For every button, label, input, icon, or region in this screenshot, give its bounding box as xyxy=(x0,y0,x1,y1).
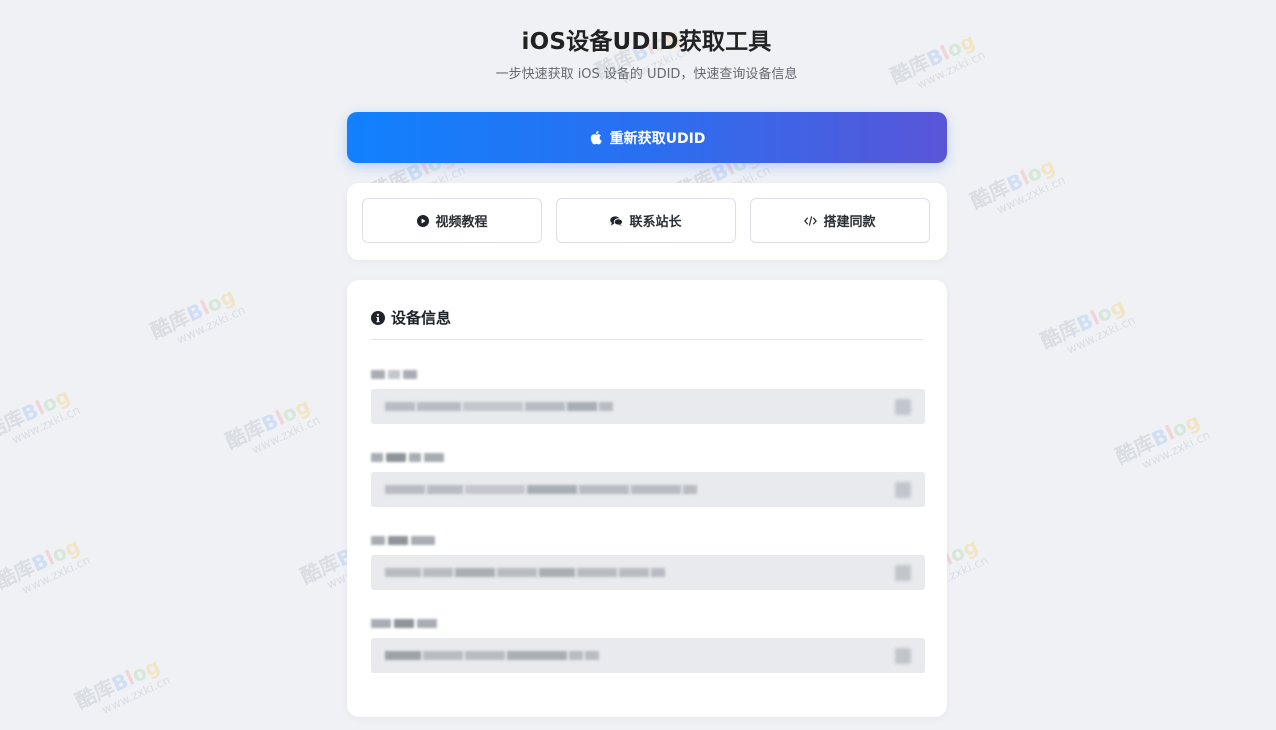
contact-admin-button[interactable]: 联系站长 xyxy=(556,198,736,243)
play-circle-icon xyxy=(416,214,429,227)
watermark-url: www.zxki.cn xyxy=(174,302,248,347)
watermark-url: www.zxki.cn xyxy=(99,672,173,717)
divider xyxy=(371,339,923,340)
watermark-url: www.zxki.cn xyxy=(249,412,323,457)
device-field-value-text xyxy=(385,651,599,660)
watermark-url: www.zxki.cn xyxy=(19,552,93,597)
watermark-brand: 酷库Blog xyxy=(71,653,164,714)
device-field-label xyxy=(371,447,925,467)
device-field-value-text xyxy=(385,568,665,577)
code-icon xyxy=(804,214,818,227)
watermark-brand: 酷库Blog xyxy=(221,393,314,454)
watermark: 酷库Blogwww.zxki.cn xyxy=(145,278,248,355)
copy-icon[interactable] xyxy=(895,648,911,664)
refetch-udid-label: 重新获取UDID xyxy=(609,130,706,147)
info-circle-icon xyxy=(371,310,385,325)
watermark-brand: 酷库Blog xyxy=(1036,293,1129,354)
device-field-label xyxy=(371,613,925,633)
watermark-brand: 酷库Blog xyxy=(146,283,239,344)
device-field-value-text xyxy=(385,402,613,411)
device-field-value[interactable] xyxy=(371,555,925,590)
watermark: 酷库Blogwww.zxki.cn xyxy=(0,378,82,455)
device-info-card: 设备信息 xyxy=(347,280,947,717)
device-field-value-text xyxy=(385,485,697,494)
watermark-brand: 酷库Blog xyxy=(0,383,74,444)
page-subtitle: 一步快速获取 iOS 设备的 UDID，快速查询设备信息 xyxy=(495,67,798,82)
device-field-label xyxy=(371,530,925,550)
device-field-value[interactable] xyxy=(371,638,925,673)
copy-icon[interactable] xyxy=(895,399,911,415)
device-field-value[interactable] xyxy=(371,472,925,507)
device-field xyxy=(371,613,925,673)
video-tutorial-label: 视频教程 xyxy=(435,215,488,230)
watermark-url: www.zxki.cn xyxy=(9,402,83,447)
watermark: 酷库Blogwww.zxki.cn xyxy=(0,528,92,605)
contact-admin-label: 联系站长 xyxy=(629,215,682,230)
build-same-label: 搭建同款 xyxy=(823,215,876,230)
device-field-value[interactable] xyxy=(371,389,925,424)
device-field xyxy=(371,364,925,424)
watermark: 酷库Blogwww.zxki.cn xyxy=(220,388,323,465)
apple-icon xyxy=(590,131,602,145)
watermark: 酷库Blogwww.zxki.cn xyxy=(1035,288,1138,365)
device-field xyxy=(371,530,925,590)
watermark-brand: 酷库Blog xyxy=(0,533,84,594)
watermark-url: www.zxki.cn xyxy=(1064,312,1138,357)
video-tutorial-button[interactable]: 视频教程 xyxy=(362,198,542,243)
watermark-url: www.zxki.cn xyxy=(994,172,1068,217)
device-info-heading: 设备信息 xyxy=(371,307,451,328)
build-same-button[interactable]: 搭建同款 xyxy=(750,198,930,243)
refetch-udid-button[interactable]: 重新获取UDID xyxy=(347,112,947,163)
watermark: 酷库Blogwww.zxki.cn xyxy=(1110,403,1213,480)
page: 酷库Blogwww.zxki.cn酷库Blogwww.zxki.cn酷库Blog… xyxy=(0,0,1276,730)
copy-icon[interactable] xyxy=(895,565,911,581)
copy-icon[interactable] xyxy=(895,482,911,498)
watermark: 酷库Blogwww.zxki.cn xyxy=(70,648,173,725)
watermark-brand: 酷库Blog xyxy=(966,153,1059,214)
device-field-label xyxy=(371,364,925,384)
watermark-url: www.zxki.cn xyxy=(1139,427,1213,472)
page-title: iOS设备UDID获取工具 xyxy=(521,29,772,55)
watermark: 酷库Blogwww.zxki.cn xyxy=(965,148,1068,225)
watermark-brand: 酷库Blog xyxy=(1111,408,1204,469)
device-info-title: 设备信息 xyxy=(391,309,452,327)
actions-card: 视频教程 联系站长 搭建同款 xyxy=(347,183,947,260)
device-field xyxy=(371,447,925,507)
chat-bubbles-icon xyxy=(610,214,624,227)
